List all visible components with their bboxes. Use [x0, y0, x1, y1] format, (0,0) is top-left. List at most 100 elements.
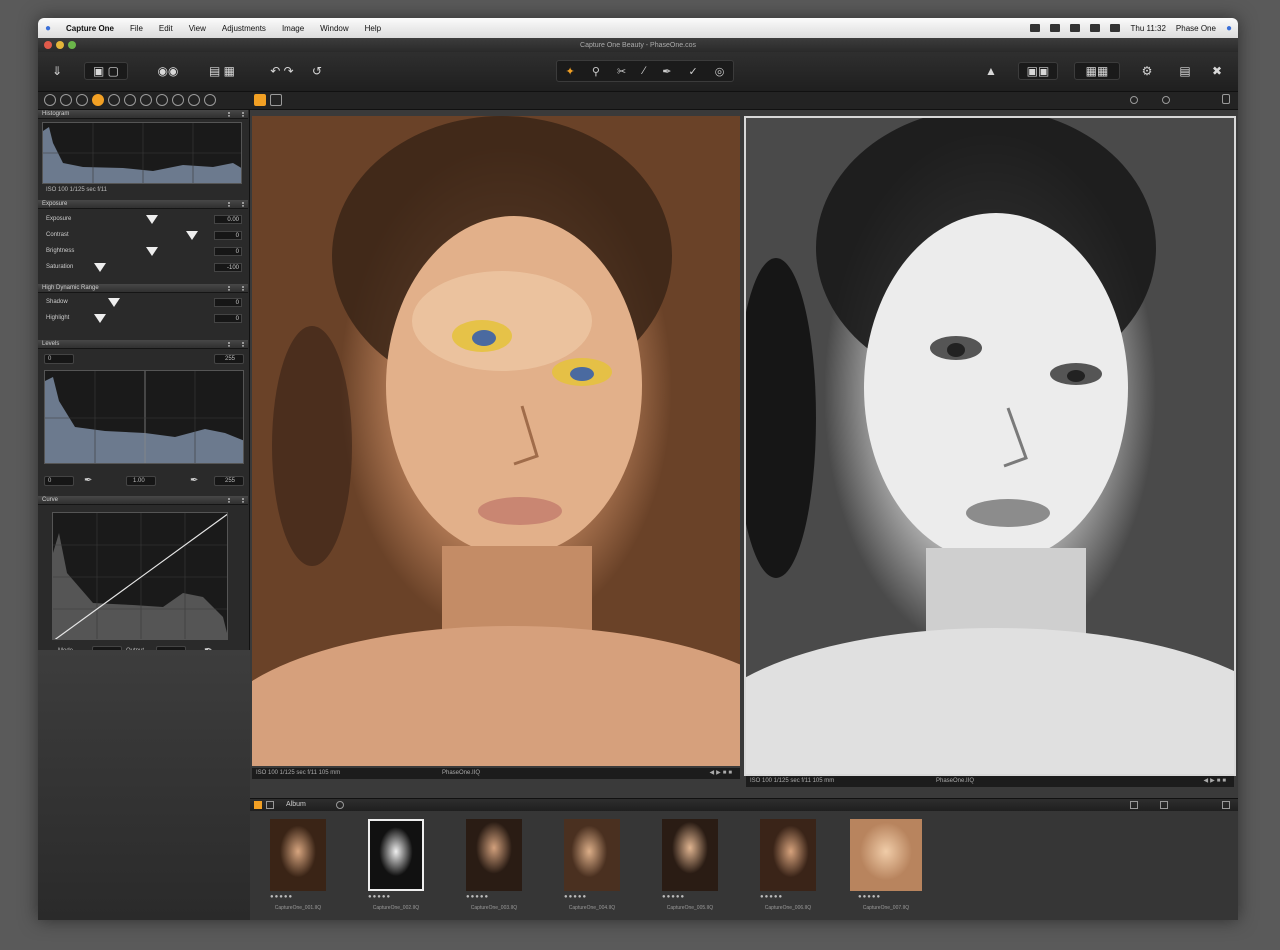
browser-sort-icon[interactable] [1130, 801, 1138, 809]
zoom-in-icon[interactable] [1162, 96, 1170, 104]
capture-group[interactable]: ▣ ▢ [84, 62, 128, 80]
process-icon[interactable]: ▤ ▦ [200, 62, 244, 80]
zoom-tool-icon[interactable]: ⚲ [592, 65, 600, 78]
batch-tab-icon[interactable] [188, 94, 200, 106]
color-portrait-image[interactable] [252, 116, 740, 766]
menubar-user[interactable]: Phase One [1176, 24, 1216, 33]
menu-app-name[interactable]: Capture One [58, 24, 122, 33]
thumbnail-image[interactable] [368, 819, 424, 891]
camera-icon[interactable]: ◉◉ [148, 62, 188, 80]
highlight-slider-row[interactable]: Highlight 0 [42, 312, 246, 326]
pan-tool-icon[interactable]: ✦ [566, 65, 575, 78]
warning-icon[interactable]: ▲ [982, 62, 1000, 80]
thumbnail-item[interactable]: ●●●●● CaptureOne_003.IIQ [446, 817, 542, 917]
grid-view-group[interactable]: ▦▦ [1074, 62, 1120, 80]
lock-icon[interactable] [1222, 94, 1230, 104]
levels-input-high[interactable]: 255 [214, 354, 244, 364]
left-image-nav-icons[interactable]: ◀▶■■ [710, 768, 734, 779]
browser-search-icon[interactable] [1160, 801, 1168, 809]
highlight-slider-thumb[interactable] [94, 314, 106, 323]
hdr-panel-title[interactable]: High Dynamic Range [38, 284, 248, 293]
black-picker-icon[interactable]: ✒ [84, 476, 94, 486]
menu-file[interactable]: File [122, 24, 151, 33]
single-view-icon[interactable] [254, 94, 266, 106]
apple-icon[interactable]: ● [38, 23, 58, 34]
reset-icon[interactable]: ↺ [308, 62, 326, 80]
menu-help[interactable]: Help [357, 24, 389, 33]
color-tab-icon[interactable] [108, 94, 120, 106]
proof-icon[interactable]: ▤ [1176, 62, 1194, 80]
spot-tool-icon[interactable]: ◎ [715, 65, 725, 78]
contrast-slider-thumb[interactable] [186, 231, 198, 240]
levels-output-high[interactable]: 255 [214, 476, 244, 486]
thumbnail-image[interactable] [466, 819, 522, 891]
curve-panel-title[interactable]: Curve [38, 496, 248, 505]
thumbnail-rating[interactable]: ●●●●● [662, 894, 685, 900]
menu-adjustments[interactable]: Adjustments [214, 24, 274, 33]
saturation-slider-row[interactable]: Saturation -100 [42, 261, 246, 275]
menu-window[interactable]: Window [312, 24, 356, 33]
battery-icon[interactable] [1110, 24, 1121, 32]
brightness-value[interactable]: 0 [214, 247, 242, 256]
undo-redo-icon[interactable]: ↶ ↷ [260, 62, 304, 80]
levels-histogram[interactable] [44, 370, 244, 464]
library-tab-icon[interactable] [44, 94, 56, 106]
exposure-value[interactable]: 0.00 [214, 215, 242, 224]
exposure-tab-icon[interactable] [92, 94, 104, 106]
quick-tab-icon[interactable] [204, 94, 216, 106]
zoom-out-icon[interactable] [1130, 96, 1138, 104]
histogram-panel-title[interactable]: Histogram [38, 110, 248, 119]
thumbnail-item[interactable]: ●●●●● CaptureOne_006.IIQ [740, 817, 836, 917]
crop-tool-icon[interactable]: ✂ [617, 65, 626, 78]
browser-list-view-icon[interactable] [266, 801, 274, 809]
thumbnail-rating[interactable]: ●●●●● [858, 894, 881, 900]
levels-gamma[interactable]: 1.00 [126, 476, 156, 486]
white-picker-icon[interactable]: ✒ [190, 476, 200, 486]
picker-tool-icon[interactable]: ✒ [662, 65, 671, 78]
brightness-slider-row[interactable]: Brightness 0 [42, 245, 246, 259]
levels-output-low[interactable]: 0 [44, 476, 74, 486]
thumbnail-item[interactable]: ●●●●● CaptureOne_001.IIQ [250, 817, 346, 917]
contrast-value[interactable]: 0 [214, 231, 242, 240]
levels-input-low[interactable]: 0 [44, 354, 74, 364]
browser-options-icon[interactable] [336, 801, 344, 809]
local-tab-icon[interactable] [140, 94, 152, 106]
thumbnail-image[interactable] [850, 819, 922, 891]
thumbnail-item-selected[interactable]: ●●●●● CaptureOne_002.IIQ [348, 817, 444, 917]
details-tab-icon[interactable] [124, 94, 136, 106]
levels-panel-title[interactable]: Levels [38, 340, 248, 349]
right-image-nav-icons[interactable]: ◀▶■■ [1204, 776, 1228, 787]
shadow-value[interactable]: 0 [214, 298, 242, 307]
bw-portrait-image[interactable] [744, 116, 1236, 776]
straighten-tool-icon[interactable]: ∕ [643, 65, 645, 77]
menu-image[interactable]: Image [274, 24, 312, 33]
menu-view[interactable]: View [181, 24, 214, 33]
metadata-tab-icon[interactable] [156, 94, 168, 106]
settings-icon[interactable]: ⚙ [1138, 62, 1156, 80]
thumbnail-item[interactable]: ●●●●● CaptureOne_007.IIQ [838, 817, 934, 917]
display-icon[interactable] [1030, 24, 1041, 32]
exposure-slider-row[interactable]: Exposure 0.00 [42, 213, 246, 227]
saturation-value[interactable]: -100 [214, 263, 242, 272]
menubar-clock[interactable]: Thu 11:32 [1130, 24, 1165, 33]
thumbnail-rating[interactable]: ●●●●● [466, 894, 489, 900]
exposure-panel-title[interactable]: Exposure [38, 200, 248, 209]
fullscreen-icon[interactable]: ✖ [1208, 62, 1226, 80]
thumbnail-image[interactable] [760, 819, 816, 891]
brightness-slider-thumb[interactable] [146, 247, 158, 256]
saturation-slider-thumb[interactable] [94, 263, 106, 272]
thumbnail-rating[interactable]: ●●●●● [564, 894, 587, 900]
shadow-slider-thumb[interactable] [108, 298, 120, 307]
wifi-icon[interactable] [1070, 24, 1081, 32]
menu-edit[interactable]: Edit [151, 24, 181, 33]
thumbnail-image[interactable] [270, 819, 326, 891]
contrast-slider-row[interactable]: Contrast 0 [42, 229, 246, 243]
view-mode-group[interactable]: ▣▣ [1018, 62, 1058, 80]
thumbnail-rating[interactable]: ●●●●● [270, 894, 293, 900]
output-tab-icon[interactable] [172, 94, 184, 106]
curve-graph[interactable] [52, 512, 228, 640]
brush-tool-icon[interactable]: ✓ [688, 65, 697, 78]
volume-icon[interactable] [1090, 24, 1101, 32]
thumbnail-image[interactable] [662, 819, 718, 891]
thumbnail-item[interactable]: ●●●●● CaptureOne_005.IIQ [642, 817, 738, 917]
